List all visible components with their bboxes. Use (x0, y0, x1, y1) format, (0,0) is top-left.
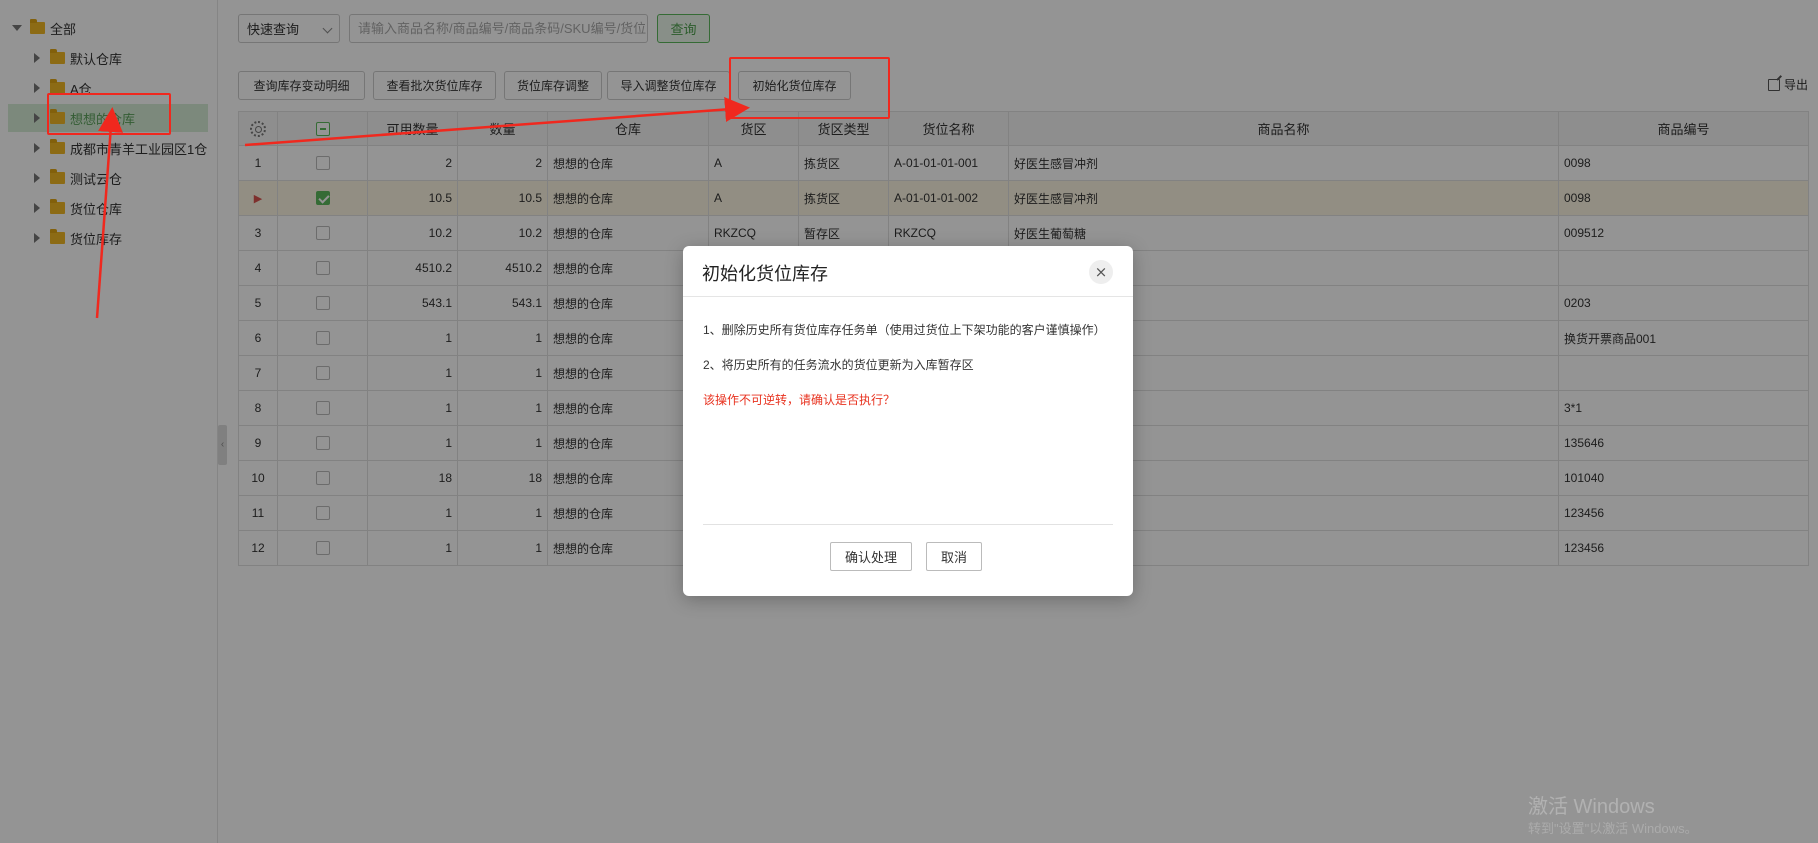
dialog-footer-divider (703, 524, 1113, 525)
dialog-line-1: 1、删除历史所有货位库存任务单（使用过货位上下架功能的客户谨慎操作） (703, 323, 1106, 337)
windows-watermark-title: 激活 Windows (1528, 796, 1655, 818)
dialog-title: 初始化货位库存 (702, 264, 828, 284)
windows-watermark-subtitle: 转到"设置"以激活 Windows。 (1528, 821, 1698, 836)
dialog-divider (683, 296, 1133, 297)
cancel-button[interactable]: 取消 (926, 542, 983, 571)
close-icon[interactable]: × (1089, 260, 1113, 284)
confirm-button[interactable]: 确认处理 (830, 542, 913, 571)
init-stock-dialog: 初始化货位库存 × 1、删除历史所有货位库存任务单（使用过货位上下架功能的客户谨… (683, 246, 1133, 596)
annotation-box-tree (47, 93, 171, 135)
dialog-line-2: 2、将历史所有的任务流水的货位更新为入库暂存区 (703, 358, 974, 372)
dialog-warning: 该操作不可逆转，请确认是否执行？ (703, 393, 896, 407)
annotation-box-button (729, 57, 890, 119)
